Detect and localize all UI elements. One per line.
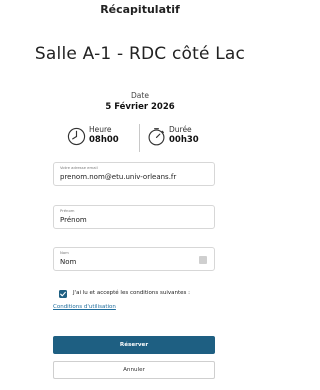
info-divider (139, 124, 140, 152)
time-duration-row: Heure 08h00 Durée 00h30 (65, 124, 215, 152)
last-name-field-value[interactable]: Nom (60, 258, 76, 266)
first-name-field-label: Prénom (60, 208, 75, 213)
terms-link[interactable]: Conditions d'utilisation (53, 304, 116, 310)
cancel-button[interactable]: Annuler (53, 361, 215, 379)
autofill-icon[interactable] (199, 256, 207, 264)
time-info: Heure 08h00 (67, 124, 135, 152)
email-field-value[interactable]: prenom.nom@etu.univ-orleans.fr (60, 173, 176, 181)
last-name-field[interactable]: Nom Nom (53, 247, 215, 271)
duration-value: 00h30 (169, 135, 199, 145)
time-label: Heure (89, 125, 112, 134)
date-value: 5 Février 2026 (105, 102, 175, 112)
last-name-field-label: Nom (60, 250, 69, 255)
time-value: 08h00 (89, 135, 119, 145)
duration-info: Durée 00h30 (147, 124, 215, 152)
date-block: Date 5 Février 2026 (0, 91, 280, 112)
duration-label: Durée (169, 125, 192, 134)
page-header-title: Récapitulatif (100, 3, 180, 16)
consent-checkbox[interactable] (59, 290, 67, 298)
first-name-field[interactable]: Prénom Prénom (53, 205, 215, 229)
reserve-button[interactable]: Réserver (53, 336, 215, 354)
room-title: Salle A-1 - RDC côté Lac (34, 44, 246, 64)
date-label: Date (131, 91, 149, 100)
email-field-label: Votre adresse email (60, 165, 98, 170)
timer-icon (148, 128, 165, 146)
consent-text: J'ai lu et accepté les conditions suivan… (73, 290, 190, 296)
clock-icon (67, 127, 86, 146)
check-icon (60, 291, 66, 297)
consent-row: J'ai lu et accepté les conditions suivan… (59, 290, 219, 300)
email-field[interactable]: Votre adresse email prenom.nom@etu.univ-… (53, 162, 215, 186)
first-name-field-value[interactable]: Prénom (60, 216, 87, 224)
